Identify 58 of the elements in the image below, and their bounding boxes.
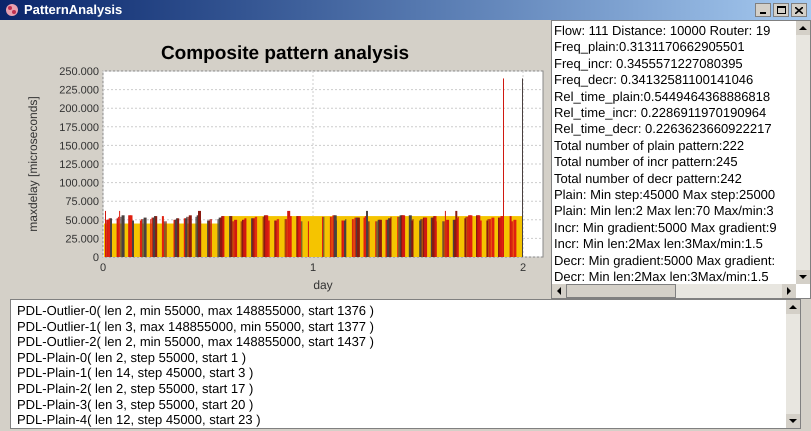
stats-line: Total number of decr pattern:242 — [554, 170, 743, 188]
close-button[interactable] — [791, 3, 807, 17]
maximize-icon — [776, 6, 786, 14]
y-tick-label: 25.000 — [65, 233, 99, 246]
scroll-up-icon — [786, 300, 800, 314]
minimize-button[interactable] — [755, 3, 771, 17]
list-item[interactable]: PDL-Outlier-2( len 2, min 55000, max 148855000, start 1437 ) — [17, 334, 786, 350]
x-tick-label: 0 — [100, 262, 106, 274]
y-tick-label: 50.000 — [65, 214, 99, 227]
scroll-up-icon — [796, 21, 810, 35]
y-tick-label: 225.000 — [59, 84, 99, 97]
stats-line: Rel_time_decr: 0.2263623660922217 — [554, 121, 773, 138]
stats-line: Decr: Min gradient:5000 Max gradient: — [554, 252, 776, 270]
list-item[interactable]: PDL-Plain-1( len 14, step 45000, start 3 ) — [17, 365, 786, 381]
stats-line: Freq_decr: 0.34132581100141046 — [554, 72, 754, 89]
list-item[interactable]: PDL-Plain-0( len 2, step 55000, start 1 ) — [17, 350, 786, 366]
list-item[interactable]: PDL-Plain-3( len 3, step 55000, start 20 ) — [17, 396, 786, 412]
stats-line: Total number of incr pattern:245 — [554, 154, 739, 171]
stats-line: Total number of plain pattern:222 — [554, 138, 746, 154]
y-tick-label: 0 — [92, 252, 99, 264]
window-title: PatternAnalysis — [24, 1, 122, 20]
app-icon — [4, 2, 20, 18]
stats-line: Rel_time_plain:0.5449464368886818 — [554, 88, 772, 106]
list-item[interactable]: PDL-Plain-2( len 2, step 55000, start 17 ) — [17, 380, 786, 397]
scroll-down-icon — [796, 270, 810, 284]
y-tick-label: 150.000 — [59, 140, 99, 152]
stats-line: Freq_incr: 0.3455571227080395 — [554, 56, 744, 72]
minimize-icon — [760, 12, 766, 14]
scroll-right-icon — [782, 284, 796, 298]
y-tick-label: 100.000 — [59, 178, 99, 190]
stats-line: Rel_time_incr: 0.2286911970190964 — [554, 105, 768, 122]
vertical-scrollbar[interactable] — [786, 300, 800, 428]
y-tick-label: 75.000 — [65, 196, 99, 208]
list-item[interactable]: PDL-Outlier-1( len 3, max 148855000, min 55000, start 1377 ) — [17, 318, 786, 334]
stats-line: Incr: Min len:2Max len:3Max/min:1.5 — [554, 236, 764, 253]
scroll-down-icon — [786, 414, 800, 428]
stats-line: Plain: Min step:45000 Max step:25000 — [554, 187, 776, 204]
y-axis-label: maxdelay [microseconds] — [26, 96, 40, 232]
list-item[interactable]: PDL-Plain-4( len 12, step 45000, start 23 ) — [17, 412, 786, 428]
horizontal-scrollbar[interactable] — [552, 284, 796, 298]
stats-line: Flow: 111 Distance: 10000 Router: 19 — [554, 23, 772, 40]
y-tick-label: 125.000 — [59, 159, 99, 171]
y-tick-label: 250.000 — [59, 66, 99, 78]
x-tick-label: 1 — [310, 262, 316, 274]
y-tick-label: 200.000 — [59, 103, 99, 116]
list-item[interactable]: PDL-Outlier-0( len 2, min 55000, max 148855000, start 1376 ) — [17, 303, 786, 319]
maximize-button[interactable] — [773, 3, 789, 17]
stats-line: Freq_plain:0.3131170662905501 — [554, 39, 746, 56]
stats-line: Decr: Min len:2Max len:3Max/min:1.5 — [554, 269, 770, 284]
x-axis-label: day — [313, 278, 333, 292]
vertical-scrollbar[interactable] — [796, 21, 810, 284]
scroll-thumb[interactable] — [566, 284, 676, 298]
stats-line: Incr: Min gradient:5000 Max gradient:9 — [554, 220, 778, 236]
chart-title: Composite pattern analysis — [160, 43, 410, 64]
stats-line: Plain: Min len:2 Max len:70 Max/min:3 — [554, 203, 775, 220]
close-icon — [795, 6, 803, 14]
x-tick-label: 2 — [520, 262, 526, 274]
y-tick-label: 175.000 — [59, 122, 99, 134]
